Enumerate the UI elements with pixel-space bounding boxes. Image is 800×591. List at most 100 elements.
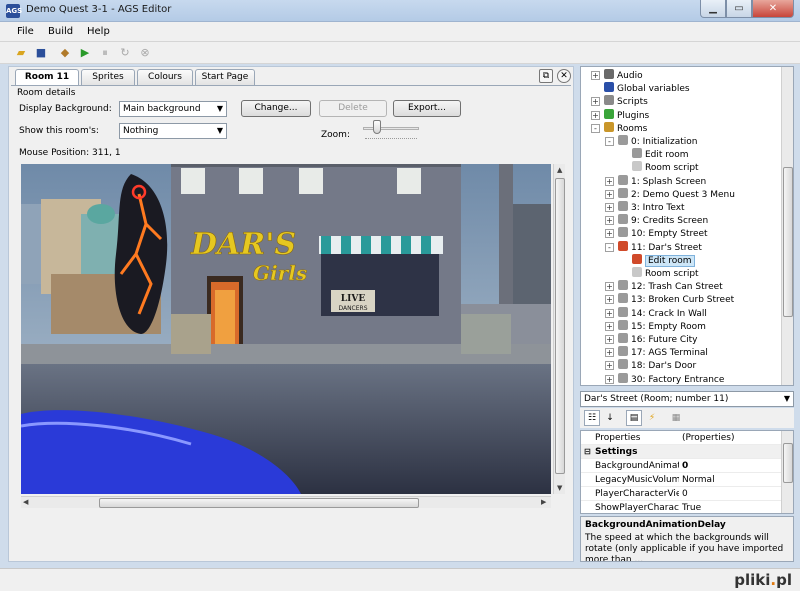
float-pane-icon[interactable]: ⧉ (539, 69, 553, 83)
room-tab-body: Room details Display Background: Main ba… (11, 85, 571, 559)
menu-file[interactable]: File (17, 26, 34, 37)
project-tree: + Audio Global variables + Scripts + Plugins - R… (580, 66, 794, 386)
property-grid: Properties (Properties) ⊟ Settings Backgroun… (580, 430, 794, 514)
expand-icon[interactable]: + (605, 308, 614, 318)
zoom-slider-thumb[interactable] (373, 120, 381, 134)
run-icon[interactable]: ▶ (78, 46, 92, 60)
expand-icon[interactable]: + (605, 374, 614, 384)
menu-help[interactable]: Help (87, 26, 110, 37)
property-row[interactable]: Properties (Properties) (581, 431, 781, 445)
scripts-icon (604, 95, 614, 106)
property-row[interactable]: BackgroundAnimatior0 (581, 459, 781, 473)
room-script-icon (632, 161, 642, 172)
collapse-icon[interactable]: - (605, 242, 614, 252)
close-tab-icon[interactable]: ✕ (557, 69, 571, 83)
expand-icon[interactable]: + (605, 203, 614, 212)
expand-icon[interactable]: + (605, 348, 614, 358)
expand-icon[interactable]: + (605, 282, 614, 292)
collapse-icon[interactable]: - (591, 123, 600, 133)
tree-scrollbar[interactable] (781, 67, 793, 385)
tab-colours[interactable]: Colours (137, 69, 193, 85)
expand-icon[interactable]: + (591, 110, 600, 120)
step-icon[interactable]: ↻ (118, 46, 132, 60)
zoom-slider-track[interactable] (363, 127, 419, 130)
tab-start-page[interactable]: Start Page (195, 69, 255, 85)
pause-icon[interactable]: ⏸ (98, 46, 112, 60)
room-view-vertical-scrollbar[interactable]: ▲ ▼ (553, 164, 565, 494)
room-view-horizontal-scrollbar[interactable]: ◀ ▶ (21, 496, 551, 508)
tree-item-label: Room script (645, 269, 699, 279)
property-category[interactable]: ⊟ Settings (581, 445, 781, 459)
vertical-scroll-thumb[interactable] (555, 178, 565, 474)
stop-icon[interactable]: ⊗ (138, 46, 152, 60)
properties-object-select[interactable]: Dar's Street (Room; number 11) ▼ (580, 391, 794, 407)
save-icon[interactable]: ■ (34, 46, 48, 60)
build-icon[interactable]: ◆ (58, 46, 72, 60)
property-name: PlayerCharacterView (595, 489, 679, 499)
menu-build[interactable]: Build (48, 26, 73, 37)
property-value[interactable]: (Properties) (682, 431, 735, 445)
tab-room-11[interactable]: Room 11 (15, 69, 79, 86)
tree-scroll-thumb[interactable] (783, 167, 793, 317)
alphabetical-icon[interactable]: ↓ (602, 410, 618, 426)
toolbar: ▰ ■ ◆ ▶ ⏸ ↻ ⊗ (0, 42, 800, 64)
expand-icon[interactable]: + (605, 189, 614, 199)
property-value[interactable]: 0 (682, 459, 688, 473)
tab-sprites[interactable]: Sprites (81, 69, 135, 85)
property-pages-icon[interactable]: ▦ (668, 410, 684, 426)
scroll-up-icon[interactable]: ▲ (557, 166, 562, 174)
export-button[interactable]: Export... (393, 100, 461, 117)
mouse-position: Mouse Position: 311, 1 (19, 148, 121, 158)
property-value[interactable]: True (682, 501, 701, 513)
display-background-select[interactable]: Main background ▼ (119, 101, 227, 117)
properties-view-icon[interactable]: ▤ (626, 410, 642, 426)
horizontal-scroll-thumb[interactable] (99, 498, 419, 508)
expand-icon[interactable]: + (591, 71, 600, 80)
expand-icon[interactable]: + (605, 361, 614, 371)
close-button[interactable]: ✕ (752, 0, 794, 18)
tree-item-label: Scripts (617, 97, 648, 108)
property-value[interactable]: Normal (682, 473, 715, 487)
property-row[interactable]: PlayerCharacterView0 (581, 487, 781, 501)
collapse-icon[interactable]: ⊟ (584, 445, 591, 459)
minimize-button[interactable]: ▁ (700, 0, 726, 18)
scroll-right-icon[interactable]: ▶ (541, 498, 546, 506)
tree-item-label: 15: Empty Room (631, 321, 706, 332)
property-grid-scrollbar[interactable] (781, 431, 793, 513)
collapse-icon[interactable]: - (605, 137, 614, 146)
expand-icon[interactable]: + (605, 229, 614, 239)
show-room-select[interactable]: Nothing ▼ (119, 123, 227, 139)
expand-icon[interactable]: + (605, 295, 614, 305)
expand-icon[interactable]: + (605, 321, 614, 331)
expand-icon[interactable]: + (591, 97, 600, 107)
property-name: LegacyMusicVolumeA (595, 475, 679, 485)
display-background-value: Main background (123, 104, 201, 114)
categorized-icon[interactable]: ☷ (584, 410, 600, 426)
expand-icon[interactable]: + (605, 176, 614, 186)
menu-bar: File Build Help (0, 22, 800, 42)
scroll-left-icon[interactable]: ◀ (23, 498, 28, 506)
room-background-view[interactable]: LIVE DANCERS DAR'S Girls (21, 164, 551, 494)
live-sign-line1: LIVE (341, 294, 366, 304)
edit-room-icon (632, 148, 642, 159)
edit-room-active-icon (632, 253, 642, 264)
delete-button[interactable]: Delete (319, 100, 387, 117)
events-icon[interactable]: ⚡ (644, 410, 660, 426)
tree-item-label: 13: Broken Curb Street (631, 295, 735, 306)
property-scroll-thumb[interactable] (783, 443, 793, 483)
tree-item-label: 10: Empty Street (631, 229, 708, 240)
property-row[interactable]: ShowPlayerCharacte True (581, 501, 781, 513)
tree-item-label: Global variables (617, 84, 690, 95)
property-value[interactable]: 0 (682, 487, 688, 501)
maximize-button[interactable]: ▭ (726, 0, 752, 18)
expand-icon[interactable]: + (605, 216, 614, 226)
change-button[interactable]: Change... (241, 100, 311, 117)
display-background-label: Display Background: (19, 104, 112, 114)
property-name: BackgroundAnimatior (595, 461, 679, 471)
open-folder-icon[interactable]: ▰ (14, 46, 28, 60)
room-icon (618, 174, 628, 185)
property-row[interactable]: LegacyMusicVolumeANormal (581, 473, 781, 487)
expand-icon[interactable]: + (605, 335, 614, 344)
scroll-down-icon[interactable]: ▼ (557, 484, 562, 492)
neon-sign-sub: Girls (253, 261, 307, 285)
